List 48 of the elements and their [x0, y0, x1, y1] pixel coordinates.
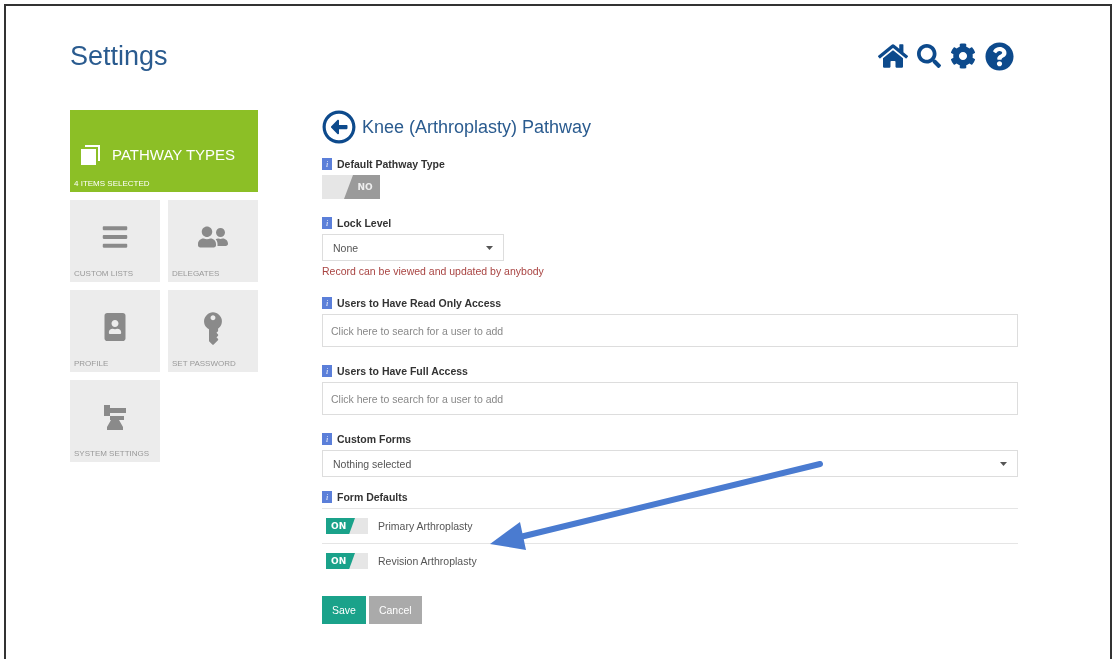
- sidebar-tile[interactable]: PATHWAY TYPES 4 ITEMS SELECTED: [70, 110, 258, 192]
- caret-icon: [1000, 461, 1007, 466]
- field-label: Default Pathway Type: [337, 158, 445, 170]
- field-label: Users to Have Read Only Access: [337, 297, 502, 309]
- form-default-label: Primary Arthroplasty: [378, 520, 473, 532]
- sidebar-tile[interactable]: SYSTEM SETTINGS: [70, 380, 160, 462]
- user-search-field[interactable]: Click here to search for a user to add: [322, 382, 1018, 415]
- toggle-switch[interactable]: ON: [326, 518, 368, 534]
- sidebar-tile[interactable]: CUSTOM LISTS: [70, 200, 160, 282]
- custom-forms-dropdown[interactable]: Nothing selected: [322, 450, 1018, 477]
- pages-icon: [80, 143, 102, 166]
- field-label: Lock Level: [337, 217, 392, 229]
- info-icon[interactable]: i: [322, 158, 332, 170]
- info-icon[interactable]: i: [322, 365, 332, 377]
- home-icon[interactable]: [878, 41, 908, 71]
- search-icon[interactable]: [917, 44, 941, 68]
- help-icon[interactable]: [985, 41, 1014, 71]
- tile-label: PATHWAY TYPES: [112, 146, 236, 163]
- tile-label: PROFILE: [74, 359, 110, 368]
- toggle-switch[interactable]: ON: [326, 553, 368, 569]
- form-title: Knee (Arthroplasty) Pathway: [362, 116, 592, 138]
- cancel-button[interactable]: Cancel: [368, 596, 422, 624]
- field-label: Form Defaults: [337, 491, 408, 503]
- tile-label: CUSTOM LISTS: [74, 269, 134, 278]
- info-icon[interactable]: i: [322, 491, 332, 503]
- toggle-switch[interactable]: NO: [322, 175, 380, 199]
- page-title: Settings: [70, 40, 168, 72]
- tile-caption: 4 ITEMS SELECTED: [74, 179, 151, 188]
- hint-text: Record can be viewed and updated by anybody: [322, 265, 545, 277]
- back-icon[interactable]: [322, 110, 356, 144]
- tile-label: SET PASSWORD: [172, 359, 237, 368]
- info-icon[interactable]: i: [322, 297, 332, 309]
- field-label: Users to Have Full Access: [337, 365, 468, 377]
- sidebar-tile[interactable]: DELEGATES: [168, 200, 258, 282]
- field-label: Custom Forms: [337, 433, 412, 445]
- settings-icon[interactable]: [950, 43, 976, 69]
- tile-label: SYSTEM SETTINGS: [74, 449, 151, 458]
- info-icon[interactable]: i: [322, 217, 332, 229]
- tile-label: DELEGATES: [172, 269, 221, 278]
- caret-icon: [486, 245, 493, 250]
- form-default-label: Revision Arthroplasty: [378, 555, 477, 567]
- save-button[interactable]: Save: [322, 596, 366, 624]
- anvil-icon: [102, 402, 128, 431]
- sidebar-tile[interactable]: PROFILE: [70, 290, 160, 372]
- lock-level-dropdown[interactable]: None: [322, 234, 504, 261]
- sidebar-tile[interactable]: SET PASSWORD: [168, 290, 258, 372]
- info-icon[interactable]: i: [322, 433, 332, 445]
- user-search-field[interactable]: Click here to search for a user to add: [322, 314, 1018, 347]
